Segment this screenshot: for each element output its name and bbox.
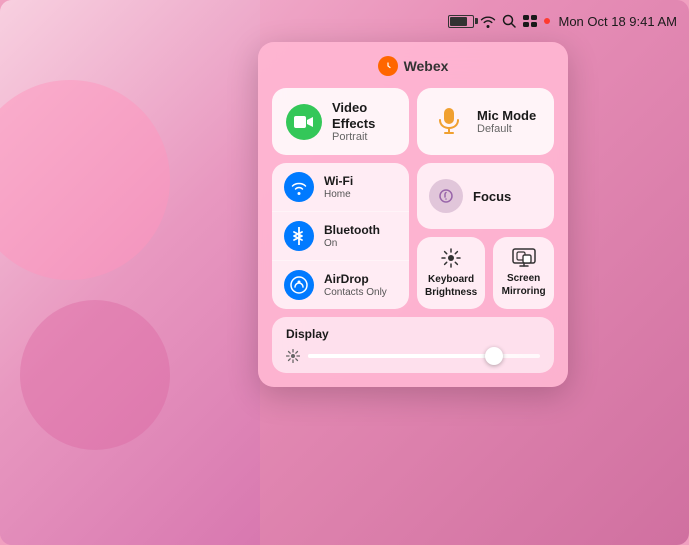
- menu-bar: Mon Oct 18 9:41 AM: [0, 8, 689, 34]
- focus-icon: [429, 179, 463, 213]
- control-center-menu-icon[interactable]: [522, 14, 538, 28]
- bluetooth-subtitle: On: [324, 238, 380, 249]
- bluetooth-item[interactable]: Bluetooth On: [272, 212, 409, 261]
- wifi-title: Wi-Fi: [324, 174, 353, 188]
- brightness-thumb: [485, 347, 503, 365]
- mic-mode-tile[interactable]: Mic Mode Default: [417, 88, 554, 155]
- video-effects-tile[interactable]: Video Effects Portrait: [272, 88, 409, 155]
- wifi-subtitle: Home: [324, 189, 353, 200]
- video-effects-title: Video Effects: [332, 100, 395, 131]
- bg-decoration-2: [20, 300, 170, 450]
- left-background: [0, 0, 260, 545]
- control-center-panel: Webex Video Effects Portrait: [258, 42, 568, 387]
- menu-time: Mon Oct 18 9:41 AM: [558, 14, 677, 29]
- display-label: Display: [286, 327, 540, 341]
- wifi-icon: [284, 172, 314, 202]
- keyboard-brightness-tile[interactable]: Keyboard Brightness: [417, 237, 485, 309]
- menu-bar-icons: [448, 14, 550, 28]
- screen-mirroring-icon: [512, 248, 536, 268]
- right-column: Focus: [417, 163, 554, 309]
- brightness-slider[interactable]: [308, 354, 540, 358]
- display-section: Display: [272, 317, 554, 373]
- focus-title: Focus: [473, 189, 511, 204]
- airdrop-title: AirDrop: [324, 272, 387, 286]
- network-column: Wi-Fi Home Bluetooth On: [272, 163, 409, 309]
- screen-mirroring-tile[interactable]: Screen Mirroring: [493, 237, 554, 309]
- airdrop-subtitle: Contacts Only: [324, 287, 387, 298]
- middle-row: Wi-Fi Home Bluetooth On: [272, 163, 554, 309]
- video-effects-icon: [286, 104, 322, 140]
- brightness-row: [286, 349, 540, 363]
- top-row: Video Effects Portrait Mic Mode Defaul: [272, 88, 554, 155]
- battery-icon: [448, 15, 474, 28]
- mic-mode-text: Mic Mode Default: [477, 108, 536, 136]
- bluetooth-icon: [284, 221, 314, 251]
- bluetooth-title: Bluetooth: [324, 223, 380, 237]
- mic-mode-title: Mic Mode: [477, 108, 536, 124]
- video-effects-text: Video Effects Portrait: [332, 100, 395, 143]
- wifi-item[interactable]: Wi-Fi Home: [272, 163, 409, 212]
- mic-mode-icon: [431, 104, 467, 140]
- webex-header: Webex: [272, 56, 554, 76]
- keyboard-brightness-icon: [440, 247, 462, 269]
- bluetooth-text: Bluetooth On: [324, 223, 380, 248]
- keyboard-brightness-label: Keyboard Brightness: [425, 273, 477, 299]
- brightness-fill: [308, 354, 494, 358]
- mac-background: Mon Oct 18 9:41 AM Webex: [0, 0, 689, 545]
- airdrop-text: AirDrop Contacts Only: [324, 272, 387, 297]
- webex-label: Webex: [404, 58, 449, 74]
- wifi-menu-icon[interactable]: [480, 14, 496, 28]
- airdrop-icon: [284, 270, 314, 300]
- bottom-right-row: Keyboard Brightness: [417, 237, 554, 309]
- menubar-dot: [544, 18, 550, 24]
- brightness-min-icon: [286, 349, 300, 363]
- bg-decoration-1: [0, 80, 170, 280]
- wifi-text: Wi-Fi Home: [324, 174, 353, 199]
- search-menu-icon[interactable]: [502, 14, 516, 28]
- video-effects-subtitle: Portrait: [332, 131, 395, 143]
- screen-mirroring-label: Screen Mirroring: [501, 272, 546, 298]
- mic-mode-subtitle: Default: [477, 123, 536, 135]
- airdrop-item[interactable]: AirDrop Contacts Only: [272, 261, 409, 309]
- focus-tile[interactable]: Focus: [417, 163, 554, 229]
- webex-icon: [378, 56, 398, 76]
